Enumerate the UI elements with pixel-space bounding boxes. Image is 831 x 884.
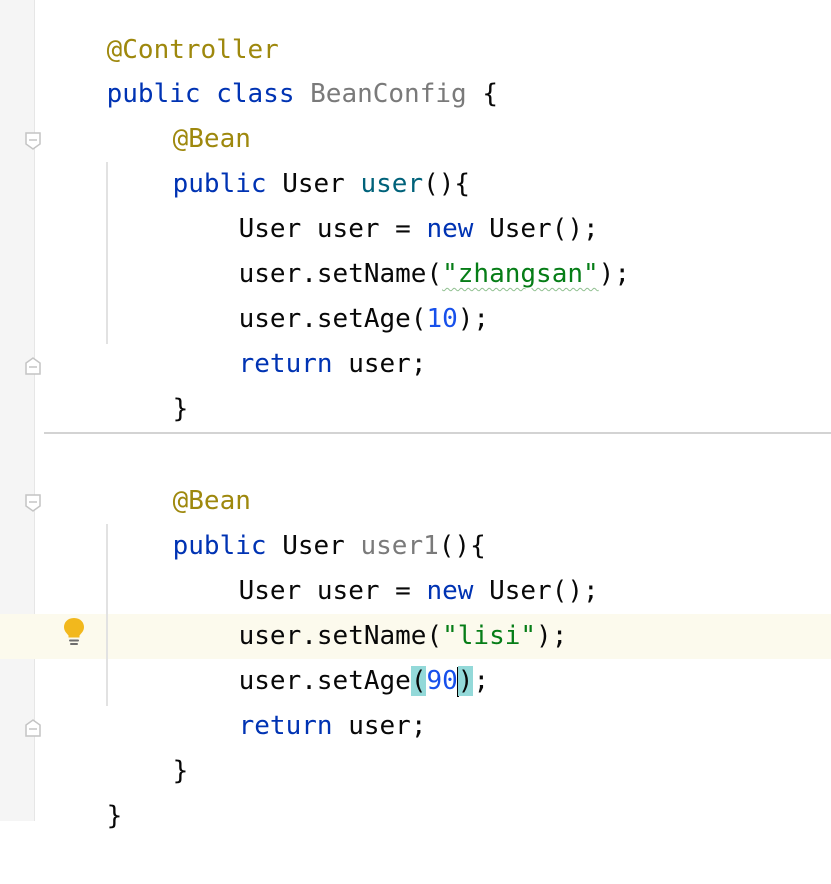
code-line: user.setName("lisi"); xyxy=(176,569,568,651)
code-line: } xyxy=(110,704,189,786)
gutter[interactable] xyxy=(0,0,34,821)
code-line: user.setAge(10); xyxy=(176,252,489,334)
indent-guide xyxy=(106,524,108,706)
code-editor[interactable]: @Controller public class BeanConfig { @B… xyxy=(0,0,831,831)
code-line: @Bean xyxy=(110,434,251,516)
code-line: public User user1(){ xyxy=(110,479,486,561)
code-line: user.setName("zhangsan"); xyxy=(176,207,630,289)
code-line: return user; xyxy=(176,297,427,379)
code-line: public User user(){ xyxy=(110,117,470,199)
code-text: ); xyxy=(536,621,568,651)
code-line: return user; xyxy=(176,659,427,741)
code-line: @Controller xyxy=(44,0,279,65)
code-text: ); xyxy=(598,259,630,289)
keyword: return xyxy=(238,711,333,741)
code-line: } xyxy=(44,749,123,831)
code-line: @Bean xyxy=(110,72,251,154)
fold-marker-icon[interactable] xyxy=(24,718,42,738)
matched-paren: ) xyxy=(457,666,474,696)
code-line-current[interactable]: user.setAge(90); xyxy=(176,614,489,697)
number-literal: 10 xyxy=(426,304,458,334)
indent-guide xyxy=(106,162,108,344)
code-text: user; xyxy=(332,711,427,741)
code-text: user; xyxy=(332,349,427,379)
keyword: return xyxy=(238,349,333,379)
fold-marker-icon[interactable] xyxy=(24,131,42,151)
code-line: public class BeanConfig { xyxy=(44,27,498,109)
brace: { xyxy=(482,79,498,109)
number-literal: 90 xyxy=(426,666,458,696)
lightbulb-icon[interactable] xyxy=(60,616,88,648)
brace: } xyxy=(106,801,123,831)
brace: } xyxy=(172,756,189,786)
brace: } xyxy=(172,394,189,424)
code-text: ; xyxy=(473,666,490,696)
gutter-border xyxy=(34,0,35,821)
class-name: BeanConfig xyxy=(310,79,467,109)
code-line: User user = new User(); xyxy=(176,162,599,244)
code-line: User user = new User(); xyxy=(176,524,599,606)
code-line: } xyxy=(110,342,189,424)
fold-marker-icon[interactable] xyxy=(24,493,42,513)
code-text: ); xyxy=(457,304,490,334)
fold-marker-icon[interactable] xyxy=(24,356,42,376)
